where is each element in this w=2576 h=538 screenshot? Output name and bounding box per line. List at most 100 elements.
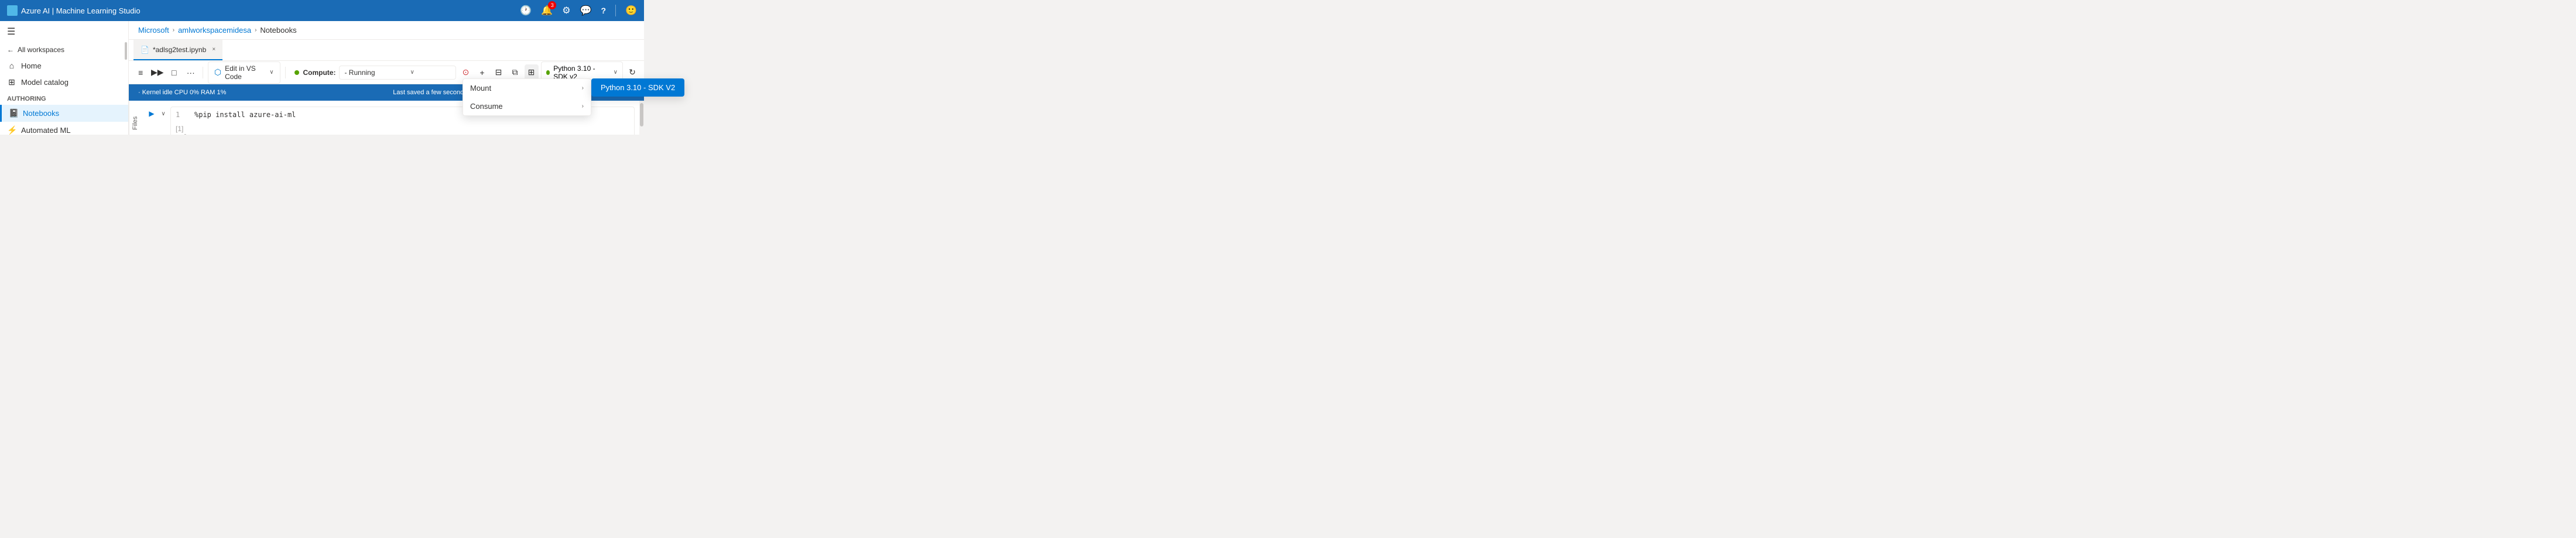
breadcrumb-chevron-2: › (255, 27, 256, 33)
cell-output-1: [1] ✓ 3 sec (171, 122, 634, 135)
history-button[interactable]: 🕐 (520, 5, 532, 16)
authoring-section-label: Authoring (0, 91, 128, 105)
menu-icon: ≡ (138, 68, 143, 77)
back-label: All workspaces (18, 46, 64, 54)
mount-submenu-chevron-icon: › (582, 85, 584, 91)
exec-info-1: ✓ 3 sec (176, 133, 629, 135)
notifications-button[interactable]: 🔔 3 (541, 5, 553, 16)
edit-vscode-label: Edit in VS Code (225, 64, 266, 81)
header-left: Azure AI | Machine Learning Studio (7, 5, 141, 16)
more-icon: ··· (187, 68, 195, 77)
edit-vscode-chevron-icon: ∨ (269, 69, 273, 76)
notebooks-icon: 📓 (9, 108, 18, 118)
stop-icon: □ (172, 68, 176, 77)
sidebar-scroll-area: ← All workspaces ⌂ Home ⊞ Model catalog … (0, 42, 128, 135)
compute-status-dot (294, 70, 299, 75)
sidebar-item-notebooks-label: Notebooks (23, 109, 59, 118)
mount-menu-item[interactable]: Mount › (463, 79, 591, 97)
compute-value: - Running (344, 68, 375, 77)
compute-dropdown[interactable]: - Running ∨ (339, 66, 456, 80)
settings-button[interactable]: ⚙ (562, 5, 570, 16)
sidebar: ☰ ← All workspaces ⌂ Home ⊞ Model catalo… (0, 21, 129, 135)
more-options-button[interactable]: ··· (184, 64, 198, 81)
breadcrumb-chevron-1: › (173, 27, 174, 33)
feedback-button[interactable]: 💬 (580, 5, 592, 16)
submenu-option-label[interactable]: Python 3.10 - SDK V2 (601, 83, 675, 92)
header-divider (615, 5, 616, 16)
sidebar-item-automated-ml[interactable]: ⚡ Automated ML (0, 122, 128, 135)
hamburger-icon: ☰ (7, 26, 15, 37)
breadcrumb-microsoft[interactable]: Microsoft (138, 26, 169, 35)
stop-run-icon: ⊙ (463, 67, 470, 77)
tab-close-button[interactable]: × (212, 46, 215, 53)
smiley-icon: 🙂 (625, 5, 637, 16)
compute-label: Compute: (303, 68, 335, 77)
menu-button[interactable]: ≡ (133, 64, 148, 81)
model-catalog-icon: ⊞ (7, 77, 16, 87)
edit-vscode-button[interactable]: ⬡ Edit in VS Code ∨ (208, 61, 280, 84)
back-to-workspaces-button[interactable]: ← All workspaces (0, 42, 128, 57)
gear-icon: ⚙ (562, 5, 570, 16)
help-icon: ? (601, 6, 607, 15)
run-all-icon: ▶▶ (151, 67, 164, 77)
history-icon: 🕐 (520, 5, 532, 16)
sidebar-item-model-catalog[interactable]: ⊞ Model catalog (0, 74, 128, 91)
kernel-status-text: · Kernel idle CPU 0% RAM 1% (138, 89, 226, 96)
notebook-tab[interactable]: 📄 *adlsg2test.ipynb × (133, 40, 222, 60)
main-layout: ☰ ← All workspaces ⌂ Home ⊞ Model catalo… (0, 21, 644, 135)
vertical-scrollbar[interactable] (639, 101, 644, 135)
header-bar: Azure AI | Machine Learning Studio 🕐 🔔 3… (0, 0, 644, 21)
stop-button[interactable]: □ (167, 64, 181, 81)
cell-controls-1: ▶ ∨ (146, 107, 168, 119)
exec-count-label: [1] (176, 125, 183, 133)
sidebar-toggle-button[interactable]: ☰ (0, 21, 128, 42)
app-title: Azure AI | Machine Learning Studio (21, 6, 141, 15)
vscode-icon: ⬡ (214, 67, 221, 77)
cell-code-1[interactable]: %pip install azure-ai-ml (194, 111, 296, 119)
kernel-status-dot (546, 70, 550, 75)
home-icon: ⌂ (7, 61, 16, 70)
notification-badge: 3 (548, 1, 556, 9)
azure-icon (7, 5, 18, 16)
tab-bar: 📄 *adlsg2test.ipynb × (129, 40, 644, 61)
copy-icon: ⧉ (512, 67, 518, 77)
user-avatar[interactable]: 🙂 (625, 5, 637, 16)
notebook-file-icon: 📄 (141, 46, 149, 54)
consume-label: Consume (470, 102, 503, 111)
compute-section: Compute: - Running ∨ (294, 66, 456, 80)
feedback-icon: 💬 (580, 5, 592, 16)
breadcrumb-workspace[interactable]: amlworkspacemidesa (178, 26, 251, 35)
consume-menu-item[interactable]: Consume › (463, 97, 591, 115)
refresh-icon: ↻ (629, 67, 636, 77)
kernel-icon: ⊞ (528, 67, 535, 77)
kernel-dropdown-menu: Mount › Consume › (463, 78, 591, 116)
breadcrumb-current: Notebooks (260, 26, 296, 35)
sidebar-item-model-catalog-label: Model catalog (21, 78, 68, 87)
help-button[interactable]: ? (601, 6, 607, 15)
run-all-button[interactable]: ▶▶ (150, 64, 165, 81)
header-right: 🕐 🔔 3 ⚙ 💬 ? 🙂 (520, 5, 637, 16)
app-logo: Azure AI | Machine Learning Studio (7, 5, 141, 16)
scrollbar-thumb (640, 103, 643, 126)
toolbar-divider-2 (285, 67, 286, 78)
sidebar-item-home[interactable]: ⌂ Home (0, 57, 128, 74)
breadcrumb: Microsoft › amlworkspacemidesa › Noteboo… (129, 21, 644, 40)
back-arrow-icon: ← (7, 46, 14, 54)
line-number-1: 1 (176, 111, 185, 119)
mount-label: Mount (470, 84, 491, 92)
cell-expand-button[interactable]: ∨ (159, 108, 168, 119)
compute-dropdown-chevron-icon: ∨ (410, 69, 415, 76)
exec-time-1: 3 sec (183, 133, 198, 135)
content-area: Microsoft › amlworkspacemidesa › Noteboo… (129, 21, 644, 135)
add-cell-icon: + (479, 68, 484, 77)
sidebar-item-notebooks[interactable]: 📓 Notebooks (0, 105, 128, 122)
consume-submenu-chevron-icon: › (582, 103, 584, 109)
automated-ml-icon: ⚡ (7, 125, 16, 135)
run-cell-button[interactable]: ▶ (146, 108, 157, 119)
tab-label: *adlsg2test.ipynb (153, 46, 206, 54)
check-icon: ✓ (176, 133, 181, 135)
split-icon: ⊟ (495, 67, 502, 77)
files-panel-label: Files (129, 101, 141, 135)
sidebar-item-home-label: Home (21, 61, 42, 70)
mount-submenu: Python 3.10 - SDK V2 (591, 78, 684, 97)
